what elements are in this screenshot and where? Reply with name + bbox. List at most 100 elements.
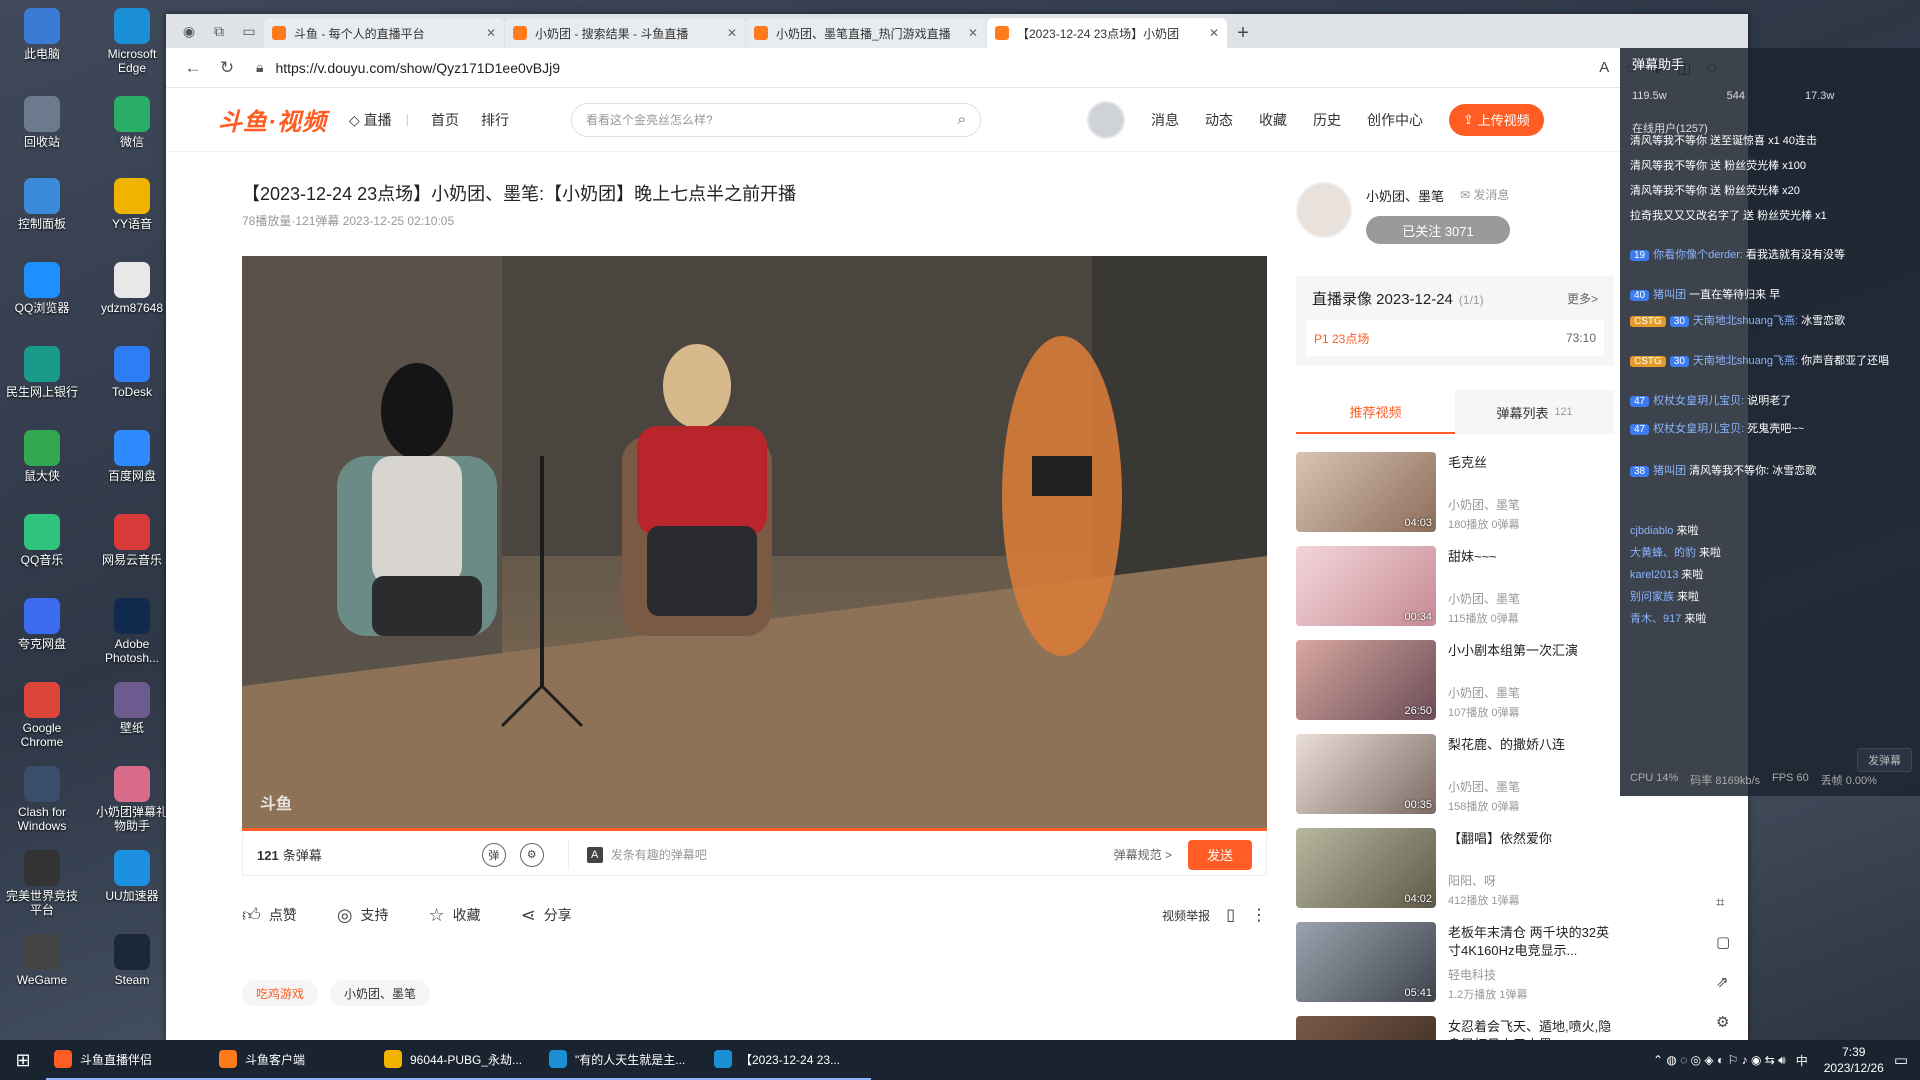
recommend-title[interactable]: 甜妹~~~	[1448, 548, 1614, 566]
danmu-user[interactable]: 天南地北shuang飞燕:	[1693, 355, 1798, 367]
danmu-user[interactable]: 权杖女皇玥儿宝贝:	[1653, 423, 1744, 435]
nav-history[interactable]: 历史	[1313, 110, 1341, 130]
desktop-icon[interactable]: QQ音乐	[2, 514, 82, 567]
desktop-icon[interactable]: 控制面板	[2, 178, 82, 231]
danmu-input[interactable]: A 发条有趣的弹幕吧 弹幕规范 >	[567, 839, 1188, 870]
danmu-user[interactable]: 大黄蜂、的豹	[1630, 547, 1696, 559]
recommend-title[interactable]: 毛克丝	[1448, 454, 1614, 472]
danmu-toggle-icon[interactable]: 弹	[481, 842, 506, 867]
support-button[interactable]: ◎ 支持	[337, 905, 389, 926]
recommend-title[interactable]: 梨花鹿、的撒娇八连	[1448, 736, 1614, 754]
external-icon[interactable]: ⇗	[1716, 973, 1730, 991]
danmu-user[interactable]: 权杖女皇玥儿宝贝:	[1653, 395, 1744, 407]
desktop-icon[interactable]: 民生网上银行	[2, 346, 82, 399]
desktop-icon[interactable]: 鼠大侠	[2, 430, 82, 483]
notification-icon[interactable]: ▭	[1894, 1051, 1908, 1069]
recommend-item[interactable]: 05:41 老板年末清仓 两千块的32英寸4K160Hz电竞显示... 轻电科技 1.…	[1296, 922, 1614, 1016]
recommend-title[interactable]: 小小剧本组第一次汇演	[1448, 642, 1614, 660]
desktop-icon[interactable]: Microsoft Edge	[92, 8, 172, 75]
danmu-rules-link[interactable]: 弹幕规范 >	[1114, 846, 1172, 863]
recommend-item[interactable]: 00:34 甜妹~~~ 小奶团、墨笔 115播放 0弹幕	[1296, 546, 1614, 640]
read-aloud-icon[interactable]: A	[1599, 59, 1609, 77]
taskbar-item[interactable]: "有的人天生就是主...	[541, 1040, 706, 1080]
danmu-user[interactable]: 青木、917	[1630, 613, 1681, 625]
browser-tab[interactable]: 小奶团 - 搜索结果 - 斗鱼直播 ✕	[505, 18, 745, 48]
danmu-settings-icon[interactable]: ⚙	[519, 842, 544, 867]
video-thumbnail[interactable]: 04:03	[1296, 452, 1436, 532]
desktop-icon[interactable]: Steam	[92, 934, 172, 987]
recommend-title[interactable]: 老板年末清仓 两千块的32英寸4K160Hz电竞显示...	[1448, 924, 1614, 960]
panel-icon[interactable]: ▢	[1716, 933, 1730, 951]
recommend-author[interactable]: 轻电科技	[1448, 966, 1496, 983]
font-style-icon[interactable]: A	[586, 846, 603, 863]
nav-favorites[interactable]: 收藏	[1259, 110, 1287, 130]
mobile-icon[interactable]: ▯	[1226, 905, 1235, 925]
recording-item[interactable]: P1 23点场 73:10	[1306, 320, 1604, 356]
follow-button[interactable]: 已关注 3071	[1366, 216, 1510, 244]
desktop-icon[interactable]: Clash for Windows	[2, 766, 82, 833]
share-button[interactable]: ⋖ 分享	[521, 905, 572, 926]
ime-indicator[interactable]: 中	[1796, 1052, 1808, 1069]
taskbar-item[interactable]: 96044-PUBG_永劫...	[376, 1040, 541, 1080]
more-icon[interactable]: ⋮	[1251, 905, 1267, 925]
tab-danmu-list[interactable]: 弹幕列表 121	[1455, 390, 1614, 434]
video-thumbnail[interactable]: 00:35	[1296, 734, 1436, 814]
nav-creator-center[interactable]: 创作中心	[1367, 110, 1423, 130]
recommend-item[interactable]: 00:35 梨花鹿、的撒娇八连 小奶团、墨笔 158播放 0弹幕	[1296, 734, 1614, 828]
taskbar-item[interactable]: 斗鱼客户端	[211, 1040, 376, 1080]
close-icon[interactable]: ✕	[486, 26, 496, 40]
desktop-icon[interactable]: 小奶团弹幕礼物助手	[92, 766, 172, 833]
taskbar-item[interactable]: 斗鱼直播伴侣	[46, 1040, 211, 1080]
scan-icon[interactable]: ⌗	[1716, 894, 1730, 911]
desktop-icon[interactable]: 网易云音乐	[92, 514, 172, 567]
video-thumbnail[interactable]: 04:02	[1296, 828, 1436, 908]
collections-icon[interactable]: ⧉	[204, 16, 234, 46]
settings-gear-icon[interactable]: ⚙	[1716, 1013, 1730, 1031]
tag-game[interactable]: 吃鸡游戏	[242, 980, 319, 1006]
desktop-icon[interactable]: ToDesk	[92, 346, 172, 399]
like-button[interactable]: 👍︎ 点赞	[242, 904, 297, 926]
recording-more-link[interactable]: 更多>	[1567, 290, 1598, 307]
danmu-user[interactable]: 猪叫团	[1653, 289, 1686, 301]
report-link[interactable]: 视频举报	[1162, 907, 1210, 924]
recommend-author[interactable]: 阳阳、呀	[1448, 872, 1496, 889]
url-field[interactable]: 🔒︎ https://v.douyu.com/show/Qyz171D1ee0v…	[244, 53, 1544, 83]
desktop-icon[interactable]: 壁纸	[92, 682, 172, 735]
desktop-icon[interactable]: 完美世界竞技平台	[2, 850, 82, 917]
nav-dynamics[interactable]: 动态	[1205, 110, 1233, 130]
danmu-send-button[interactable]: 发送	[1188, 839, 1252, 870]
recommend-title[interactable]: 【翻唱】依然爱你	[1448, 830, 1614, 848]
desktop-icon[interactable]: 回收站	[2, 96, 82, 149]
desktop-icon[interactable]: QQ浏览器	[2, 262, 82, 315]
danmu-user[interactable]: 别问家族	[1630, 591, 1674, 603]
recommend-author[interactable]: 小奶团、墨笔	[1448, 778, 1520, 795]
douyu-logo[interactable]: 斗鱼·视频	[218, 102, 327, 137]
taskbar-item[interactable]: 【2023-12-24 23...	[706, 1040, 871, 1080]
recommend-item[interactable]: 26:50 小小剧本组第一次汇演 小奶团、墨笔 107播放 0弹幕	[1296, 640, 1614, 734]
profile-icon[interactable]: ◉	[174, 16, 204, 46]
desktop-icon[interactable]: 百度网盘	[92, 430, 172, 483]
clock[interactable]: 7:39 2023/12/26	[1824, 1044, 1884, 1076]
browser-tab[interactable]: 小奶团、墨笔直播_热门游戏直播 ✕	[746, 18, 986, 48]
upload-video-button[interactable]: ⇪ 上传视频	[1449, 103, 1544, 136]
search-icon[interactable]: ⌕	[958, 111, 966, 128]
recommend-item[interactable]: 04:03 毛克丝 小奶团、墨笔 180播放 0弹幕	[1296, 452, 1614, 546]
desktop-icon[interactable]: ydzm87648	[92, 262, 172, 315]
video-thumbnail[interactable]: 05:41	[1296, 922, 1436, 1002]
helper-send-button[interactable]: 发弹幕	[1857, 748, 1912, 772]
danmu-user[interactable]: karel2013	[1630, 569, 1678, 581]
video-player[interactable]: 斗鱼	[242, 256, 1267, 828]
close-icon[interactable]: ✕	[968, 26, 978, 40]
recommend-author[interactable]: 小奶团、墨笔	[1448, 590, 1520, 607]
danmu-user[interactable]: 你看你像个derder:	[1653, 249, 1743, 261]
recommend-author[interactable]: 小奶团、墨笔	[1448, 496, 1520, 513]
recommend-item[interactable]: 04:02 【翻唱】依然爱你 阳阳、呀 412播放 1弹幕	[1296, 828, 1614, 922]
nav-live[interactable]: ◇ 直播	[349, 110, 392, 130]
danmu-user[interactable]: cjbdiablo	[1630, 525, 1673, 537]
user-avatar[interactable]	[1087, 100, 1126, 139]
browser-tab[interactable]: 斗鱼 - 每个人的直播平台 ✕	[264, 18, 504, 48]
nav-home[interactable]: 首页	[431, 110, 459, 130]
tag-streamer[interactable]: 小奶团、墨笔	[330, 980, 431, 1006]
desktop-icon[interactable]: Google Chrome	[2, 682, 82, 749]
close-icon[interactable]: ✕	[727, 26, 737, 40]
